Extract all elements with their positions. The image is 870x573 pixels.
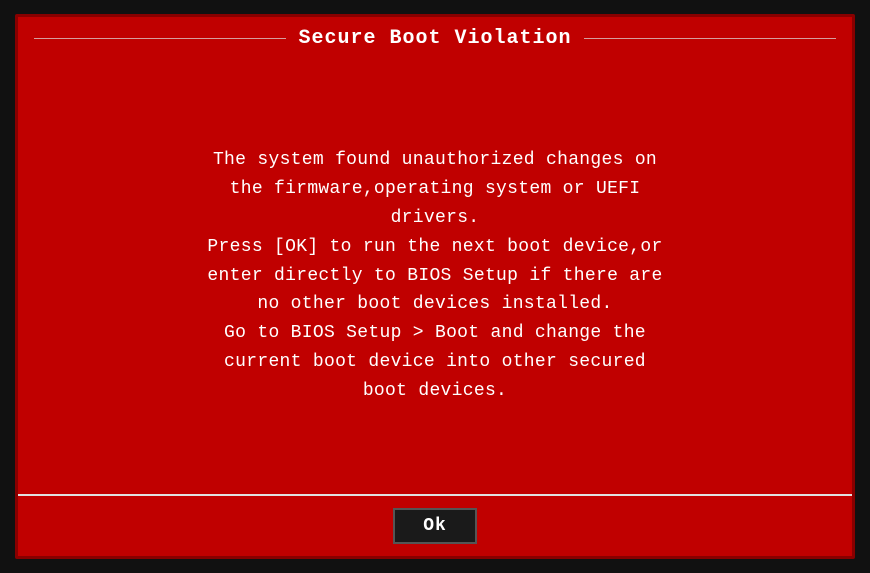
message-line5: enter directly to BIOS Setup if there ar…	[207, 266, 662, 286]
dialog-title: Secure Boot Violation	[286, 27, 583, 50]
message-line9: boot devices.	[363, 381, 507, 401]
secure-boot-violation-dialog: Secure Boot Violation The system found u…	[15, 14, 855, 559]
message-line2: the firmware,operating system or UEFI	[230, 179, 641, 199]
ok-button[interactable]: Ok	[393, 508, 477, 544]
message-line4: Press [OK] to run the next boot device,o…	[207, 237, 662, 257]
message-body: The system found unauthorized changes on…	[207, 146, 662, 405]
title-bar: Secure Boot Violation	[18, 17, 852, 58]
message-line3: drivers.	[391, 208, 480, 228]
message-line1: The system found unauthorized changes on	[213, 150, 657, 170]
message-line8: current boot device into other secured	[224, 352, 646, 372]
title-bar-line-left	[34, 38, 286, 39]
title-bar-line-right	[584, 38, 836, 39]
button-area: Ok	[18, 494, 852, 556]
content-area: The system found unauthorized changes on…	[18, 58, 852, 494]
message-line7: Go to BIOS Setup > Boot and change the	[224, 323, 646, 343]
message-line6: no other boot devices installed.	[257, 294, 612, 314]
